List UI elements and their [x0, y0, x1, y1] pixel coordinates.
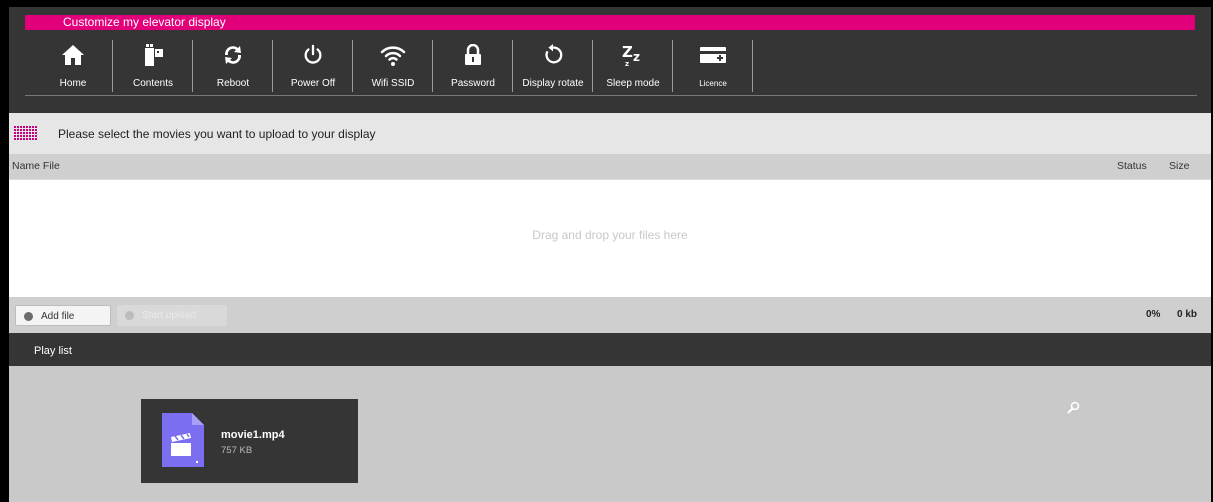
toolbar-licence-button[interactable]: Licence — [673, 36, 753, 94]
toolbar-password-label: Password — [451, 78, 495, 89]
svg-text:z: z — [633, 50, 640, 64]
film-reel-icon — [145, 44, 163, 66]
upload-total-size: 0 kb — [1177, 309, 1198, 320]
toolbar-display-rotate-button[interactable]: Display rotate — [513, 36, 593, 94]
title-bar: Customize my elevator display — [25, 15, 1195, 30]
app-title: Customize my elevator display — [63, 15, 226, 29]
app-window: Customize my elevator display Home Conte… — [9, 7, 1211, 502]
dropzone-hint: Drag and drop your files here — [532, 228, 688, 242]
file-dropzone[interactable]: Drag and drop your files here — [9, 179, 1211, 298]
toolbar-reboot-label: Reboot — [216, 78, 250, 89]
home-icon — [62, 45, 84, 65]
add-file-button[interactable]: Add file — [15, 305, 111, 326]
toolbar-wifi-ssid-label: Wifi SSID — [371, 78, 415, 89]
toolbar-home-button[interactable]: Home — [33, 36, 113, 94]
toolbar-contents-label: Contents — [132, 78, 174, 89]
upload-progress: 0% — [1146, 309, 1161, 320]
playlist-file-size: 757 KB — [221, 445, 253, 456]
toolbar-display-rotate-label: Display rotate — [522, 78, 584, 89]
toolbar-wifi-ssid-button[interactable]: Wifi SSID — [353, 36, 433, 94]
upload-circle-icon — [125, 311, 134, 320]
playlist-title: Play list — [34, 345, 72, 357]
toolbar-power-off-button[interactable]: Power Off — [273, 36, 353, 94]
licence-card-icon — [700, 47, 726, 63]
plus-circle-icon — [24, 312, 33, 321]
padlock-icon — [465, 44, 481, 65]
top-header: Customize my elevator display Home Conte… — [9, 7, 1211, 113]
toolbar-password-button[interactable]: Password — [433, 36, 513, 94]
file-table-header: Name File Status Size — [9, 154, 1211, 179]
sleep-zz-icon: Z z z — [622, 43, 640, 67]
svg-text:z: z — [625, 60, 629, 67]
toolbar-sleep-mode-button[interactable]: Z z z Sleep mode — [593, 36, 673, 94]
start-upload-label: Start upload — [142, 310, 196, 321]
start-upload-button[interactable]: Start upload — [117, 305, 227, 326]
toolbar-reboot-button[interactable]: Reboot — [193, 36, 273, 94]
column-size: Size — [1169, 160, 1190, 172]
video-file-icon — [162, 413, 204, 467]
main-toolbar: Home Contents Reboot Power Off Wifi SSID… — [25, 32, 1197, 97]
playlist-file-card[interactable]: movie1.mp4 757 KB — [141, 399, 358, 483]
toolbar-home-label: Home — [59, 78, 87, 89]
playlist-header: Play list — [9, 333, 1211, 366]
toolbar-licence-label: Licence — [699, 79, 727, 88]
column-status: Status — [1117, 160, 1147, 172]
playlist-file-name: movie1.mp4 — [221, 429, 285, 441]
upload-prompt-text: Please select the movies you want to upl… — [58, 127, 376, 141]
upload-actions-bar: Add file Start upload 0% 0 kb — [9, 297, 1211, 333]
add-file-label: Add file — [41, 311, 75, 322]
movie-grid-icon — [14, 126, 37, 140]
toolbar-power-off-label: Power Off — [290, 78, 336, 89]
column-name-file: Name File — [12, 160, 60, 172]
rotate-icon — [545, 44, 563, 64]
reboot-arrows-icon — [224, 46, 242, 64]
upload-prompt-row: Please select the movies you want to upl… — [9, 113, 1211, 154]
playlist-area: movie1.mp4 757 KB — [9, 366, 1211, 502]
toolbar-sleep-mode-label: Sleep mode — [606, 78, 660, 89]
toolbar-contents-button[interactable]: Contents — [113, 36, 193, 94]
search-icon[interactable] — [1067, 401, 1081, 415]
svg-text:Z: Z — [622, 43, 633, 61]
wifi-icon — [380, 46, 406, 66]
toolbar-divider — [25, 95, 1197, 96]
power-icon — [304, 44, 322, 64]
